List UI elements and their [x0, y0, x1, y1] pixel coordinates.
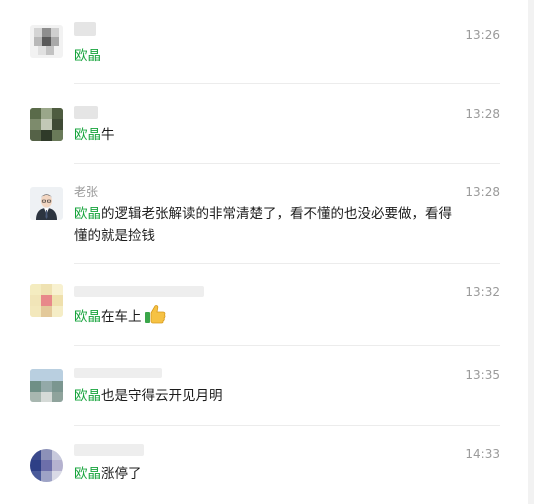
comment-item: 13:35 欧晶也是守得云开见月明 [0, 346, 534, 426]
avatar[interactable] [30, 369, 63, 402]
mention-link[interactable]: 欧晶 [74, 206, 101, 222]
mention-link[interactable]: 欧晶 [74, 48, 101, 64]
comment-text: 欧晶 [74, 45, 464, 67]
comment-time: 13:32 [465, 285, 500, 299]
username-blurred [74, 22, 96, 36]
comment-time: 14:33 [465, 447, 500, 461]
username-blurred [74, 106, 98, 119]
avatar[interactable] [30, 108, 63, 141]
scrollbar-track[interactable] [528, 0, 534, 504]
comment-time: 13:26 [465, 28, 500, 42]
comment-item: 13:26 欧晶 [0, 0, 534, 84]
username-blurred [74, 444, 144, 456]
username[interactable]: 老张 [74, 185, 98, 199]
comment-text: 欧晶涨停了 [74, 466, 142, 482]
mention-link[interactable]: 欧晶 [74, 309, 101, 325]
avatar[interactable] [30, 25, 63, 58]
username-blurred [74, 368, 162, 378]
comment-item: 14:33 欧晶涨停了 [0, 426, 534, 504]
comment-list: 13:26 欧晶 13:28 欧晶牛 老张 13:28 欧晶的逻辑老张解读的非常… [0, 0, 534, 504]
comment-time: 13:28 [465, 185, 500, 199]
thumbs-up-icon [144, 304, 166, 331]
comment-text: 欧晶牛 [74, 127, 115, 143]
avatar[interactable] [30, 284, 63, 317]
comment-text: 欧晶在车上 [74, 304, 464, 331]
comment-time: 13:28 [465, 107, 500, 121]
comment-text: 欧晶的逻辑老张解读的非常清楚了，看不懂的也没必要做，看得懂的就是捡钱 [74, 206, 452, 244]
mention-link[interactable]: 欧晶 [74, 466, 101, 482]
avatar[interactable] [30, 187, 63, 220]
comment-item: 老张 13:28 欧晶的逻辑老张解读的非常清楚了，看不懂的也没必要做，看得懂的就… [0, 164, 534, 264]
mention-link[interactable]: 欧晶 [74, 388, 101, 404]
comment-item: 13:32 欧晶在车上 [0, 264, 534, 346]
comment-time: 13:35 [465, 368, 500, 382]
comment-text: 欧晶也是守得云开见月明 [74, 388, 223, 404]
username-blurred [74, 286, 204, 297]
comment-item: 13:28 欧晶牛 [0, 84, 534, 164]
avatar[interactable] [30, 449, 63, 482]
mention-link[interactable]: 欧晶 [74, 127, 101, 143]
